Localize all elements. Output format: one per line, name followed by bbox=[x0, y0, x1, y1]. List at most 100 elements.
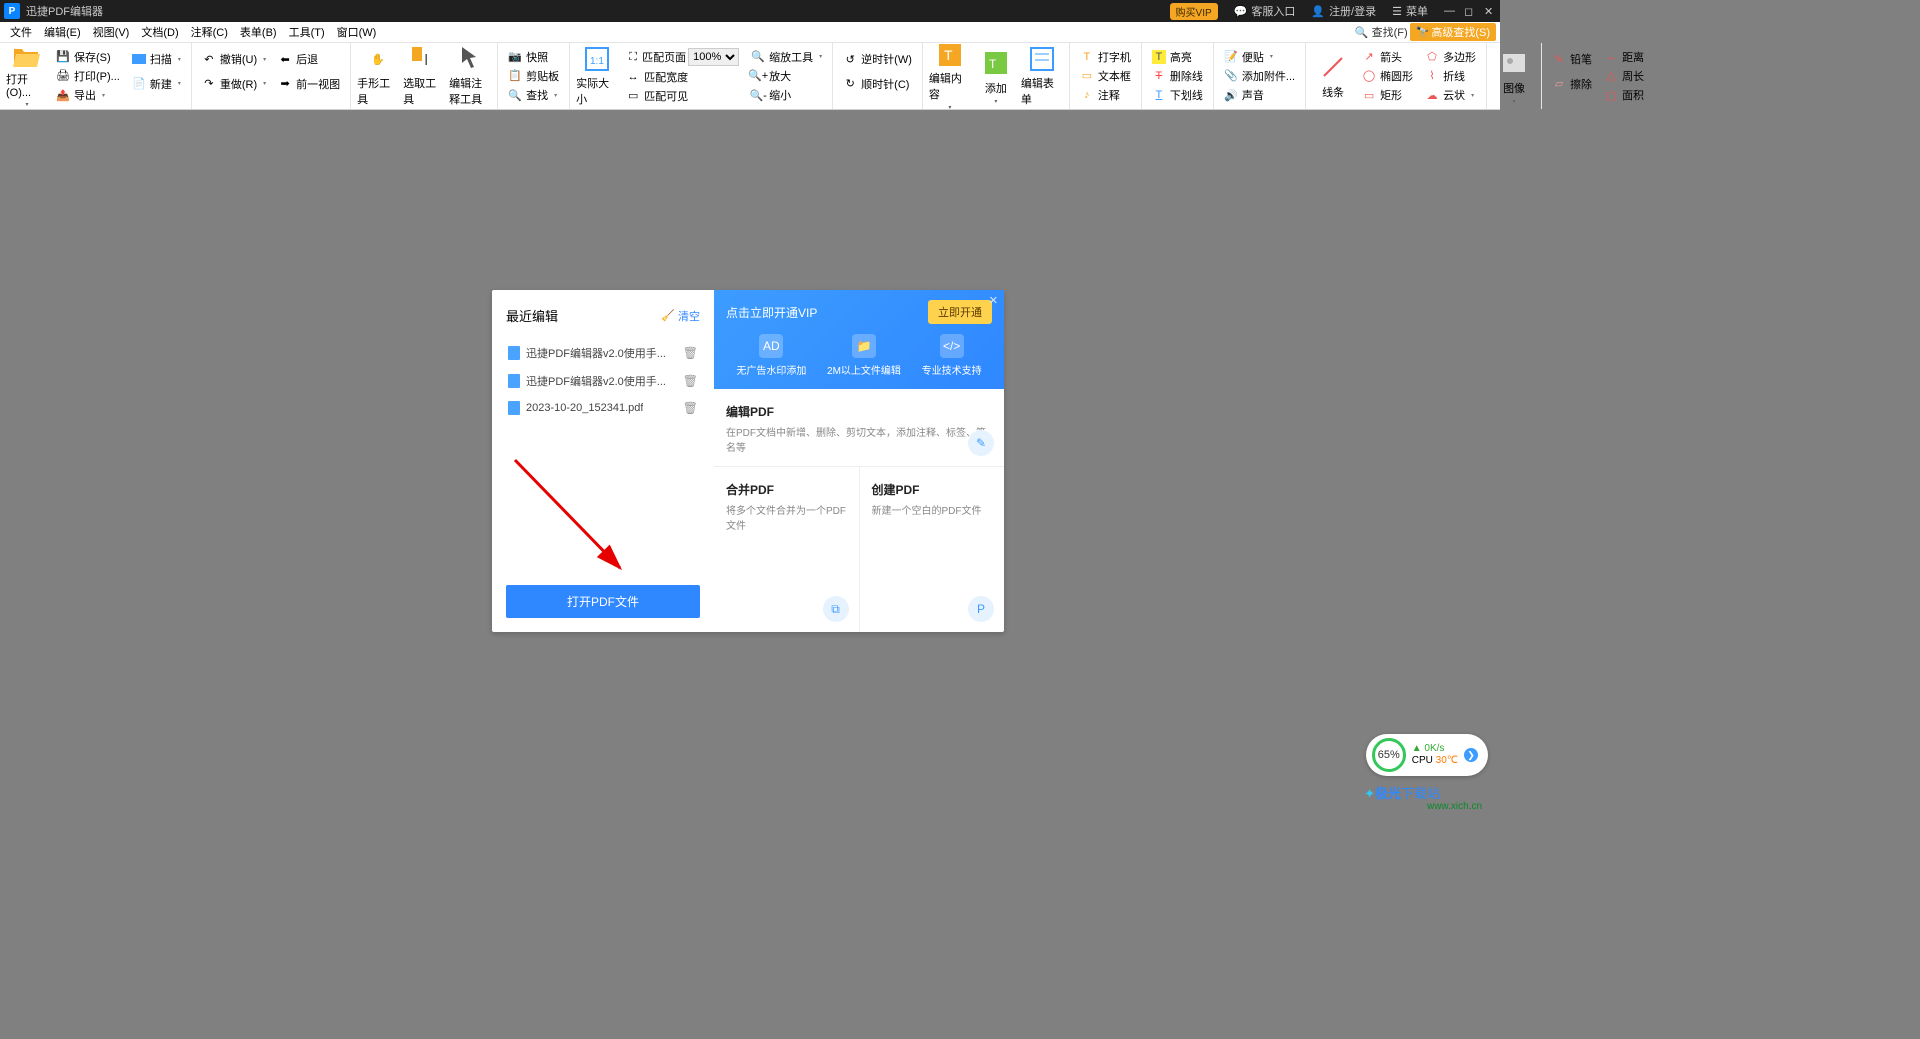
forward-icon: ➡ bbox=[278, 77, 292, 91]
delete-recent-button[interactable]: 🗑 bbox=[683, 374, 698, 388]
vip-feature: </>专业技术支持 bbox=[922, 334, 982, 377]
menu-tools[interactable]: 工具(T) bbox=[283, 24, 331, 40]
scan-button[interactable]: 扫描▾ bbox=[128, 51, 185, 67]
zoom-out-button[interactable]: 🔍-缩小 bbox=[747, 87, 826, 103]
undo-button[interactable]: ↶撤销(U)▾ bbox=[198, 51, 270, 67]
recent-file-item[interactable]: 迅捷PDF编辑器v2.0使用手... 🗑 bbox=[506, 367, 700, 395]
note-button[interactable]: 📝便贴▾ bbox=[1220, 49, 1299, 65]
recent-file-item[interactable]: 2023-10-20_152341.pdf 🗑 bbox=[506, 395, 700, 421]
support-button[interactable]: 💬客服入口 bbox=[1226, 3, 1304, 19]
edit-form-button[interactable]: 编辑表单 bbox=[1019, 45, 1065, 107]
widget-expand-icon[interactable]: ❯ bbox=[1464, 748, 1478, 762]
textbox-button[interactable]: ▭文本框 bbox=[1076, 68, 1135, 84]
folder-open-icon bbox=[12, 45, 42, 69]
export-button[interactable]: 📤导出▾ bbox=[52, 87, 124, 103]
arrow-tool[interactable]: ↗箭头 bbox=[1358, 49, 1417, 65]
pencil-tool[interactable]: ✎铅笔 bbox=[1548, 51, 1596, 67]
rotate-ccw-icon: ↺ bbox=[843, 52, 857, 66]
recent-heading: 最近编辑 bbox=[506, 306, 558, 325]
redo-button[interactable]: ↷重做(R)▾ bbox=[198, 76, 270, 92]
back-button[interactable]: ⬅后退 bbox=[274, 51, 344, 67]
fit-width-button[interactable]: ↔匹配宽度 bbox=[622, 69, 743, 85]
menu-view[interactable]: 视图(V) bbox=[87, 24, 136, 40]
area-tool[interactable]: ▢面积 bbox=[1600, 87, 1648, 103]
buy-vip-button[interactable]: 购买VIP bbox=[1162, 3, 1226, 20]
ellipse-tool[interactable]: ◯椭圆形 bbox=[1358, 68, 1417, 84]
vip-close-button[interactable]: ✕ bbox=[989, 294, 998, 307]
edit-pdf-card[interactable]: 编辑PDF 在PDF文档中新增、删除、剪切文本，添加注释、标签、签名等 ✎ bbox=[714, 389, 1004, 467]
advanced-find-button[interactable]: 🔭高级查找(S) bbox=[1410, 23, 1496, 41]
svg-text:T: T bbox=[944, 47, 953, 63]
annotate-button[interactable]: ♪注释 bbox=[1076, 87, 1135, 103]
rotate-cw-button[interactable]: ↻顺时针(C) bbox=[839, 76, 916, 92]
merge-pdf-card[interactable]: 合并PDF 将多个文件合并为一个PDF文件 ⧉ bbox=[714, 467, 859, 632]
new-button[interactable]: 📄新建▾ bbox=[128, 76, 185, 92]
attach-button[interactable]: 📎添加附件... bbox=[1220, 68, 1299, 84]
find-button[interactable]: 🔍查找(F) bbox=[1355, 24, 1408, 40]
image-icon bbox=[1499, 48, 1529, 78]
image-tool[interactable]: 图像▾ bbox=[1491, 45, 1537, 107]
undo-icon: ↶ bbox=[202, 52, 216, 66]
hand-tool[interactable]: ✋手形工具 bbox=[355, 45, 401, 107]
eraser-tool[interactable]: ▱擦除 bbox=[1548, 76, 1596, 92]
typewriter-button[interactable]: T打字机 bbox=[1076, 49, 1135, 65]
line-tool[interactable]: 线条 bbox=[1310, 45, 1356, 107]
zoom-select[interactable]: 100% bbox=[688, 48, 739, 66]
menu-document[interactable]: 文档(D) bbox=[135, 24, 184, 40]
print-button[interactable]: 🖨打印(P)... bbox=[52, 68, 124, 84]
rect-tool[interactable]: ▭矩形 bbox=[1358, 87, 1417, 103]
find-tool[interactable]: 🔍查找▾ bbox=[504, 87, 563, 103]
polyline-tool[interactable]: ⌇折线 bbox=[1421, 68, 1480, 84]
menu-file[interactable]: 文件 bbox=[4, 24, 38, 40]
pdf-file-icon bbox=[508, 401, 520, 415]
cpu-percent-ring: 65% bbox=[1372, 738, 1406, 772]
merge-pdf-icon: ⧉ bbox=[823, 596, 849, 622]
zoom-in-button[interactable]: 🔍+放大 bbox=[747, 68, 826, 84]
menu-button[interactable]: ☰菜单 bbox=[1384, 3, 1436, 19]
delete-recent-button[interactable]: 🗑 bbox=[683, 401, 698, 415]
binoculars-icon: 🔭 bbox=[1416, 26, 1430, 39]
hand-icon: ✋ bbox=[363, 45, 393, 73]
distance-tool[interactable]: ↔距离 bbox=[1600, 49, 1648, 65]
fit-visible-button[interactable]: ▭匹配可见 bbox=[622, 88, 743, 104]
open-button[interactable]: 打开(O)...▾ bbox=[4, 45, 50, 107]
open-pdf-button[interactable]: 打开PDF文件 bbox=[506, 585, 700, 618]
cloud-tool[interactable]: ☁云状▾ bbox=[1421, 87, 1480, 103]
add-button[interactable]: T添加▾ bbox=[973, 45, 1019, 107]
recent-file-item[interactable]: 迅捷PDF编辑器v2.0使用手... 🗑 bbox=[506, 339, 700, 367]
select-tool[interactable]: I选取工具 bbox=[401, 45, 447, 107]
menu-annotate[interactable]: 注释(C) bbox=[185, 24, 234, 40]
delete-recent-button[interactable]: 🗑 bbox=[683, 346, 698, 360]
edit-content-button[interactable]: T编辑内容▾ bbox=[927, 45, 973, 107]
forward-button[interactable]: ➡前一视图 bbox=[274, 76, 344, 92]
underline-button[interactable]: T下划线 bbox=[1148, 87, 1207, 103]
menu-edit[interactable]: 编辑(E) bbox=[38, 24, 87, 40]
clear-recent-button[interactable]: 🧹清空 bbox=[661, 308, 700, 324]
maximize-button[interactable]: ◻ bbox=[1456, 5, 1476, 18]
minimize-button[interactable]: — bbox=[1436, 5, 1456, 17]
strikethrough-button[interactable]: T删除线 bbox=[1148, 68, 1207, 84]
save-button[interactable]: 💾保存(S) bbox=[52, 49, 124, 65]
login-button[interactable]: 👤注册/登录 bbox=[1303, 3, 1384, 19]
zoom-tool-button[interactable]: 🔍缩放工具▾ bbox=[747, 49, 826, 65]
sound-button[interactable]: 🔊声音 bbox=[1220, 87, 1299, 103]
rotate-ccw-button[interactable]: ↺逆时针(W) bbox=[839, 51, 916, 67]
polygon-tool[interactable]: ⬠多边形 bbox=[1421, 49, 1480, 65]
annotate-icon: ♪ bbox=[1080, 88, 1094, 102]
create-pdf-card[interactable]: 创建PDF 新建一个空白的PDF文件 P bbox=[859, 467, 1005, 632]
app-logo: P bbox=[4, 3, 20, 19]
menu-window[interactable]: 窗口(W) bbox=[331, 24, 383, 40]
highlight-button[interactable]: T高亮 bbox=[1148, 49, 1207, 65]
cpu-widget[interactable]: 65% ▲ 0K/s CPU 30℃ ❯ bbox=[1366, 734, 1488, 776]
close-button[interactable]: ✕ bbox=[1476, 5, 1496, 18]
snapshot-button[interactable]: 📷快照 bbox=[504, 49, 563, 65]
menu-form[interactable]: 表单(B) bbox=[234, 24, 283, 40]
actual-size-button[interactable]: 1:1实际大小 bbox=[574, 45, 620, 107]
clipboard-button[interactable]: 📋剪贴板 bbox=[504, 68, 563, 84]
edit-annotation-tool[interactable]: 编辑注释工具 bbox=[447, 45, 493, 107]
perimeter-tool[interactable]: △周长 bbox=[1600, 68, 1648, 84]
vip-cta-button[interactable]: 立即开通 bbox=[928, 300, 992, 324]
recent-panel: 最近编辑 🧹清空 迅捷PDF编辑器v2.0使用手... 🗑 迅捷PDF编辑器v2… bbox=[492, 290, 714, 632]
zoom-in-icon: 🔍+ bbox=[751, 69, 765, 83]
fit-page-button[interactable]: ⛶匹配页面 100% bbox=[622, 48, 743, 66]
